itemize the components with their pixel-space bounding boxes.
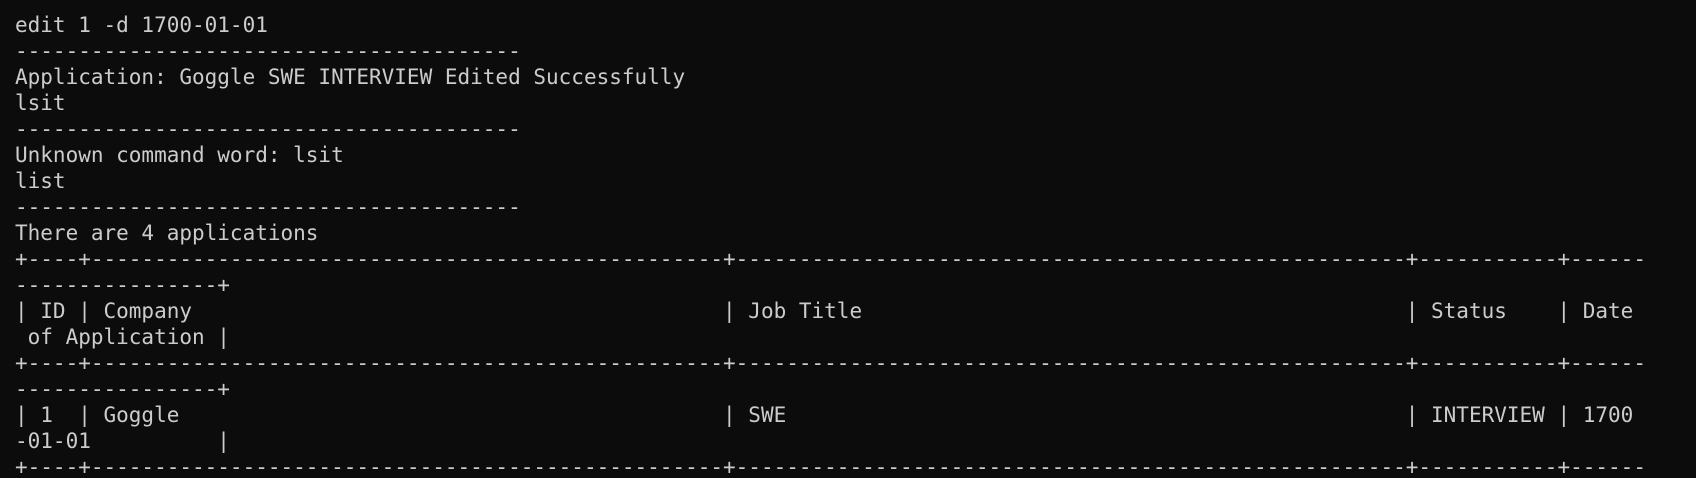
table-header-row: | ID | Company | Job Title | Status | Da… [15, 299, 1634, 323]
table-row-wrap: -01-01 | [15, 429, 230, 453]
terminal-window[interactable]: edit 1 -d 1700-01-01 -------------------… [0, 0, 1696, 478]
output-edit-success: Application: Goggle SWE INTERVIEW Edited… [15, 65, 686, 89]
table-border-bottom: +----+----------------------------------… [15, 455, 1646, 478]
table-header-row-wrap: of Application | [15, 325, 230, 349]
table-row: | 1 | Goggle | SWE | INTERVIEW | 1700 [15, 403, 1634, 427]
separator-line: ---------------------------------------- [15, 117, 521, 141]
output-application-count: There are 4 applications [15, 221, 319, 245]
separator-line: ---------------------------------------- [15, 195, 521, 219]
table-border-mid: +----+----------------------------------… [15, 351, 1646, 375]
table-border-top: +----+----------------------------------… [15, 247, 1646, 271]
separator-line: ---------------------------------------- [15, 39, 521, 63]
table-border-top-wrap: ----------------+ [15, 273, 230, 297]
table-border-mid-wrap: ----------------+ [15, 377, 230, 401]
output-unknown-command: Unknown command word: lsit [15, 143, 344, 167]
command-line-lsit: lsit [15, 91, 66, 115]
command-line-edit: edit 1 -d 1700-01-01 [15, 13, 268, 37]
command-line-list: list [15, 169, 66, 193]
